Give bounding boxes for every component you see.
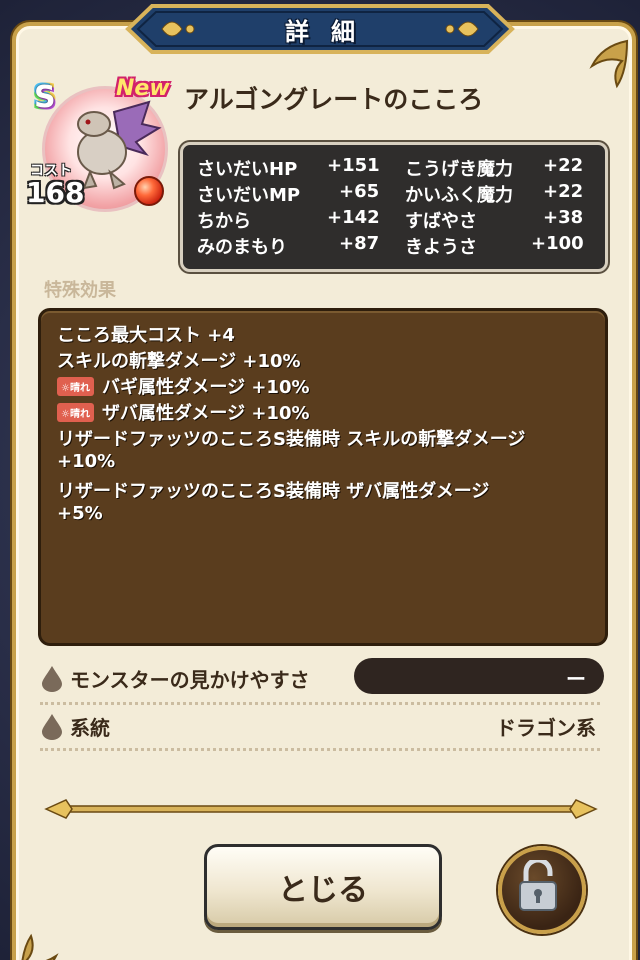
bullet-drop-icon [42,714,62,740]
stat-name: こうげき魔力 [405,159,513,180]
element-orb-icon [134,176,164,206]
effect-line: リザードファッツのこころS装備時 ザバ属性ダメージ [57,481,490,502]
lock-open-icon [519,860,557,911]
cost-value: 168 [26,176,85,209]
effects-box: こころ最大コスト +4 スキルの斬撃ダメージ +10% ☼晴れ バギ属性ダメージ … [38,308,608,646]
close-button[interactable]: とじる [204,844,442,930]
stat-value: +100 [531,233,584,254]
section-label-special-effects: 特殊効果 [44,280,116,301]
effect-line: +5% [57,503,103,524]
effect-line: ☼晴れ バギ属性ダメージ +10% [57,373,310,399]
effect-line: こころ最大コスト +4 [57,325,235,346]
visibility-row: モンスターの見かけやすさ ー [40,658,604,705]
visibility-pill: ー [354,658,604,694]
effect-line: スキルの斬撃ダメージ +10% [57,351,301,372]
bullet-drop-icon [42,666,62,692]
monster-avatar: S New コスト 168 [26,76,170,212]
sunny-weather-tag: ☼晴れ [57,403,94,422]
stat-row: さいだいMP +65 かいふく魔力 +22 [183,181,605,207]
corner-ornament-icon [572,36,632,96]
stat-row: みのまもり +87 きようさ +100 [183,233,605,259]
stat-row: さいだいHP +151 こうげき魔力 +22 [183,155,605,181]
monster-name: アルゴングレートのこころ [184,85,484,114]
page-title: 詳細 [285,17,377,46]
lineage-label: 系統 [70,716,110,740]
lineage-value: ドラゴン系 [496,716,596,740]
stat-row: ちから +142 すばやさ +38 [183,207,605,233]
stat-name: かいふく魔力 [405,185,513,206]
corner-ornament-icon [16,926,76,960]
stat-name: さいだいHP [197,159,298,180]
stat-value: +22 [543,155,584,176]
stats-box: さいだいHP +151 こうげき魔力 +22 さいだいMP +65 かいふく魔力… [180,142,608,272]
stat-name: みのまもり [197,237,287,258]
detail-screen: 詳細 S New コスト 168 アルゴングレートのこころ さいだいHP +15… [0,0,640,960]
effect-text: バギ属性ダメージ +10% [101,377,310,398]
effect-line: ☼晴れ ザバ属性ダメージ +10% [57,399,310,425]
rank-badge: S [34,80,56,115]
sunny-weather-tag: ☼晴れ [57,377,94,396]
effect-line: リザードファッツのこころS装備時 スキルの斬撃ダメージ [57,429,526,450]
dotted-divider [40,748,600,751]
stat-value: +142 [327,207,380,228]
new-badge: New [116,76,170,101]
effect-line: +10% [57,451,116,472]
stat-name: きようさ [405,237,477,258]
ornamental-divider [44,799,598,819]
stat-name: すばやさ [405,211,477,232]
stat-value: +151 [327,155,380,176]
title-banner: 詳細 [118,2,522,56]
effect-text: ザバ属性ダメージ +10% [101,403,310,424]
lineage-row: 系統 ドラゴン系 [40,706,600,751]
stat-name: ちから [197,211,251,232]
stat-value: +22 [543,181,584,202]
visibility-value: ー [566,667,586,691]
dotted-divider [40,702,600,705]
stat-value: +65 [339,181,380,202]
visibility-label: モンスターの見かけやすさ [70,668,310,692]
stat-value: +87 [339,233,380,254]
stat-value: +38 [543,207,584,228]
stat-name: さいだいMP [197,185,301,206]
lock-button[interactable] [498,846,586,934]
